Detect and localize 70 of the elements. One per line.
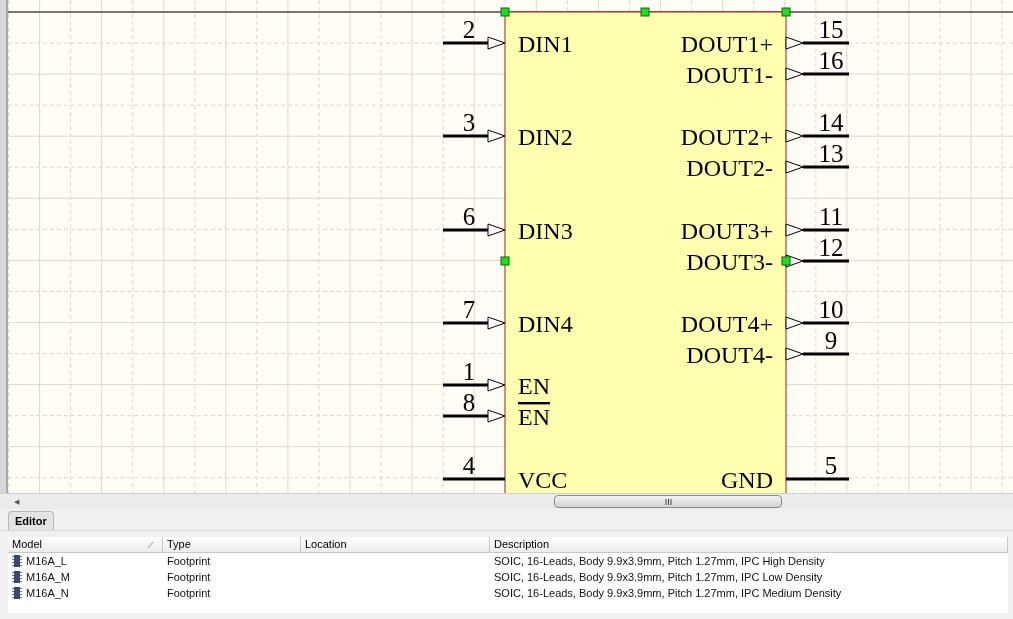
- pin-number: 5: [824, 452, 838, 479]
- pin-label: DOUT1-: [686, 62, 773, 88]
- pin-number: 9: [824, 327, 838, 354]
- pin-number: 3: [462, 109, 476, 136]
- pin-number: 4: [462, 452, 476, 479]
- selection-handle[interactable]: [500, 256, 510, 266]
- pin-lead[interactable]: [443, 316, 506, 330]
- column-header[interactable]: Description: [490, 537, 1008, 552]
- table-cell-text: Footprint: [167, 585, 211, 601]
- pin-number: 14: [818, 109, 844, 136]
- pin-label: EN: [518, 404, 550, 430]
- table-cell-text: Footprint: [167, 569, 211, 585]
- pin-lead[interactable]: [443, 36, 506, 50]
- table-cell-text: SOIC, 16-Leads, Body 9.9x3.9mm, Pitch 1.27mm, IPC Medium Density: [494, 585, 842, 601]
- pin-label: DOUT3-: [686, 249, 773, 275]
- pin-lead[interactable]: [785, 36, 849, 50]
- pin-label: VCC: [518, 467, 568, 493]
- pin-number: 13: [818, 140, 844, 167]
- table-cell-text: SOIC, 16-Leads, Body 9.9x3.9mm, Pitch 1.27mm, IPC Low Density: [494, 569, 823, 585]
- pin-label: EN: [518, 373, 550, 399]
- pin-number: 7: [462, 296, 476, 323]
- pin-number: 10: [818, 296, 844, 323]
- pin-label: DOUT4-: [686, 342, 773, 368]
- selection-handle[interactable]: [500, 7, 510, 17]
- pin-lead[interactable]: [785, 129, 849, 143]
- selection-handle[interactable]: [781, 7, 791, 17]
- table-cell-text: M16A_L: [26, 553, 67, 569]
- pin-label: DOUT1+: [680, 31, 773, 57]
- pin-number: 12: [818, 234, 844, 261]
- pin-label: DOUT4+: [680, 311, 773, 337]
- table-cell-text: Footprint: [167, 553, 211, 569]
- pin-label: DIN3: [518, 218, 573, 244]
- pin-number: 15: [818, 16, 844, 43]
- chip-icon: [12, 571, 22, 583]
- pin-lead[interactable]: [785, 347, 849, 361]
- pin-lead[interactable]: [443, 409, 506, 423]
- pin-number: 16: [818, 47, 844, 74]
- scrollbar-thumb[interactable]: [554, 495, 782, 508]
- chip-icon: [12, 587, 22, 599]
- component-body[interactable]: [504, 11, 787, 493]
- selection-handle[interactable]: [781, 256, 791, 266]
- table-cell-text: M16A_M: [26, 569, 71, 585]
- sort-icon: [148, 542, 154, 548]
- pin-lead[interactable]: [785, 160, 849, 174]
- pin-number: 11: [818, 203, 844, 230]
- chip-icon: [12, 555, 22, 567]
- pin-label: DIN1: [518, 31, 573, 57]
- column-header[interactable]: Type: [163, 537, 301, 552]
- pin-label: GND: [721, 467, 773, 493]
- pin-label: DOUT2+: [680, 124, 773, 150]
- pin-label: DOUT3+: [680, 218, 773, 244]
- table-cell-text: M16A_N: [26, 585, 69, 601]
- pin-lead[interactable]: [443, 378, 506, 392]
- pin-label: DIN4: [518, 311, 573, 337]
- pin-number: 8: [462, 389, 476, 416]
- pin-number: 2: [462, 16, 476, 43]
- pin-lead[interactable]: [785, 223, 849, 237]
- editor-tab[interactable]: Editor: [8, 511, 54, 530]
- pin-lead[interactable]: [443, 223, 506, 237]
- column-header[interactable]: Model: [8, 537, 163, 552]
- pin-label: DIN2: [518, 124, 573, 150]
- column-header[interactable]: Location: [301, 537, 490, 552]
- pin-lead[interactable]: [443, 129, 506, 143]
- pin-lead[interactable]: [785, 67, 849, 81]
- pin-lead[interactable]: [785, 316, 849, 330]
- selection-handle[interactable]: [640, 7, 650, 17]
- pin-number: 1: [462, 358, 476, 385]
- table-cell-text: SOIC, 16-Leads, Body 9.9x3.9mm, Pitch 1.27mm, IPC High Density: [494, 553, 825, 569]
- pin-label: DOUT2-: [686, 155, 773, 181]
- pin-number: 6: [462, 203, 476, 230]
